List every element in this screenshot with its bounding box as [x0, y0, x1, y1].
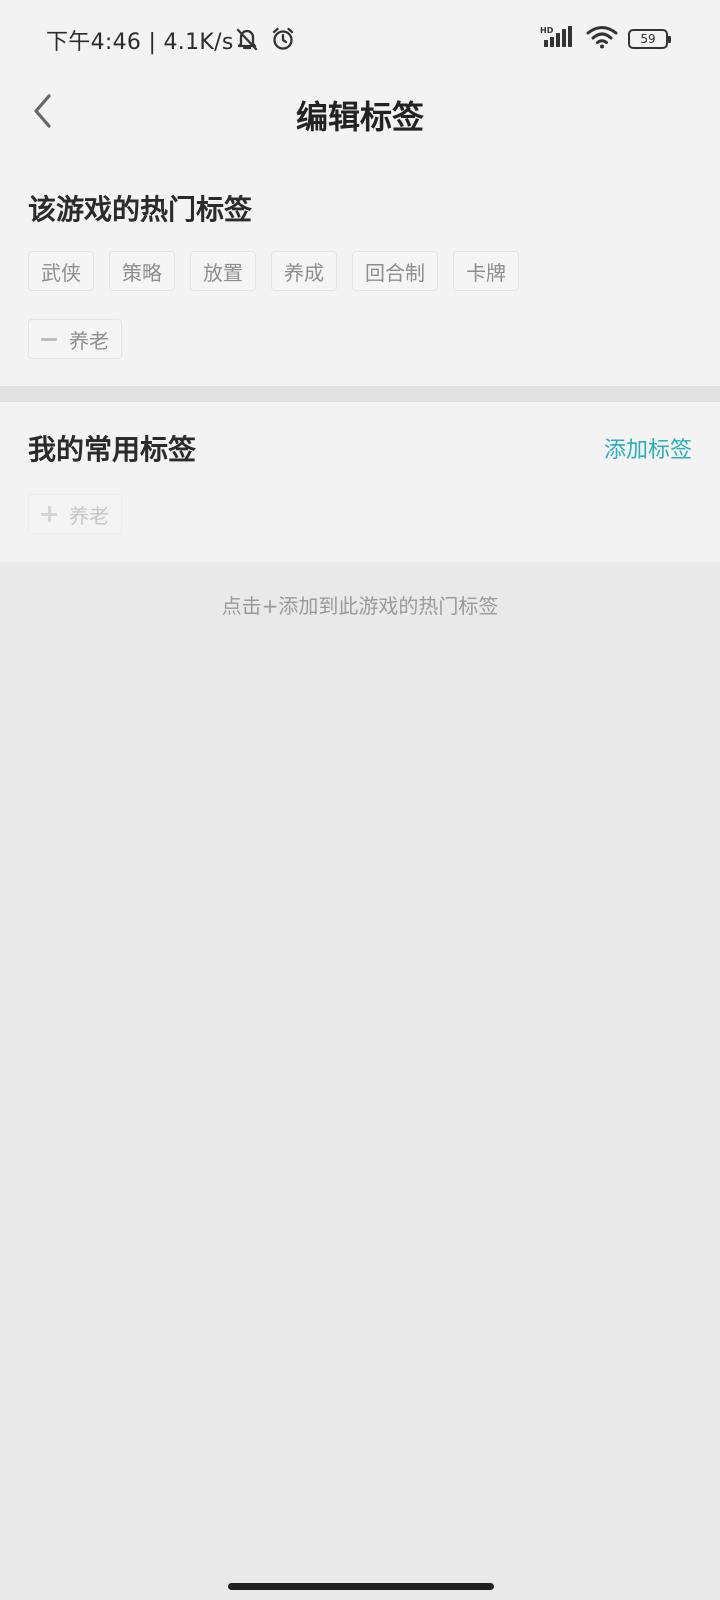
status-icons-left [233, 25, 297, 57]
alarm-icon [269, 25, 297, 57]
my-tags-title: 我的常用标签 [28, 433, 197, 466]
hot-tag-label: 养老 [69, 328, 109, 353]
my-tags-row: 养老 [28, 494, 122, 534]
hot-tag[interactable]: 武侠 [28, 251, 94, 291]
plus-icon[interactable] [41, 506, 57, 522]
hint-text: 点击+添加到此游戏的热门标签 [221, 594, 499, 618]
hot-tag[interactable]: 策略 [109, 251, 175, 291]
my-tag-label: 养老 [69, 503, 109, 528]
hot-tag-label: 回合制 [365, 260, 425, 285]
minus-icon[interactable] [41, 337, 57, 341]
hot-tag[interactable]: 卡牌 [453, 251, 519, 291]
mute-bell-icon [233, 25, 261, 57]
add-tag-button[interactable]: 添加标签 [604, 432, 692, 464]
battery-percent: 59 [640, 32, 656, 46]
status-icons-right: HD 59 [540, 25, 671, 53]
svg-text:HD: HD [540, 26, 554, 35]
header-bar: 编辑标签 [0, 78, 720, 150]
hot-tags-row: 武侠 策略 放置 养成 回合制 卡牌 [28, 251, 519, 291]
status-bar: 下午4:46 | 4.1K/s HD 59 [0, 0, 720, 78]
hot-tag-label: 策略 [122, 260, 162, 285]
hot-tag-label: 养成 [284, 260, 324, 285]
hot-tag-label: 卡牌 [466, 260, 506, 285]
hot-tag-label: 武侠 [41, 260, 81, 285]
hot-tag[interactable]: 养成 [271, 251, 337, 291]
status-time: 下午4:46 | 4.1K/s [46, 30, 234, 55]
wifi-icon [586, 25, 618, 53]
hot-tag[interactable]: 回合制 [352, 251, 438, 291]
home-indicator[interactable] [228, 1583, 494, 1590]
hot-tag-label: 放置 [203, 260, 243, 285]
add-my-tag-button[interactable]: 养老 [28, 494, 122, 534]
hd-signal-icon: HD [540, 25, 576, 53]
my-tags-panel [0, 402, 720, 562]
hot-tags-row-added: 养老 [28, 319, 122, 359]
remove-hot-tag-button[interactable]: 养老 [28, 319, 122, 359]
page-title: 编辑标签 [295, 98, 424, 136]
section-divider [0, 386, 720, 402]
hot-tag[interactable]: 放置 [190, 251, 256, 291]
hot-tags-title: 该游戏的热门标签 [28, 193, 253, 226]
battery-icon: 59 [628, 29, 671, 49]
